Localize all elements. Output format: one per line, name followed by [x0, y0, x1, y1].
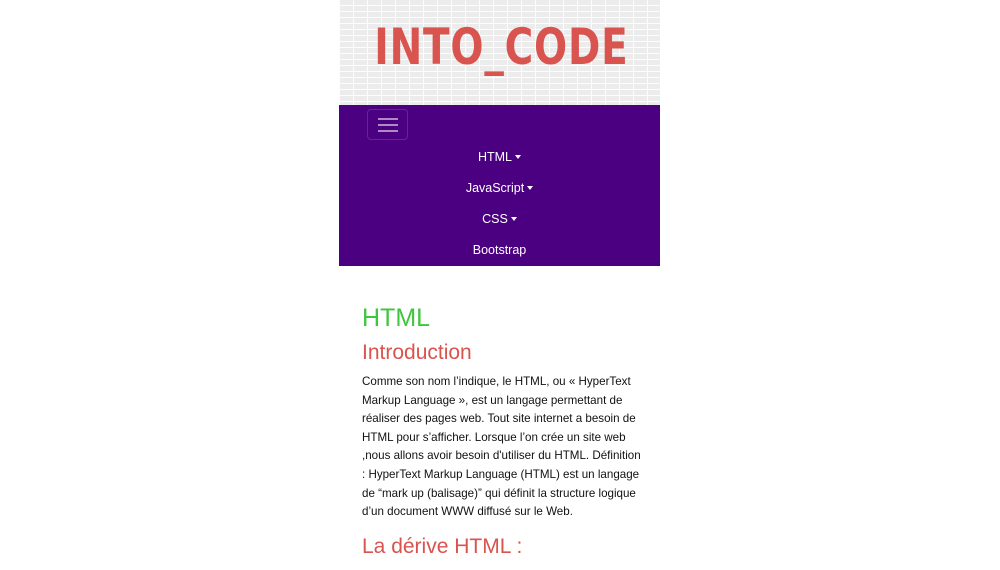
nav-item-label: CSS [482, 212, 508, 226]
nav-item-label: Bootstrap [472, 243, 527, 257]
derive-heading: La dérive HTML : [362, 534, 523, 558]
caret-down-icon [527, 186, 534, 190]
introduction-paragraph: Comme son nom l’indique, le HTML, ou « H… [362, 375, 641, 519]
site-header: INTO_CODE [339, 0, 660, 105]
navbar-toggler-button[interactable] [367, 109, 408, 140]
site-logo[interactable]: INTO_CODE [374, 12, 627, 82]
introduction-heading: Introduction [362, 341, 472, 364]
nav-item-label: HTML [477, 150, 513, 164]
nav-item-label: JavaScript [465, 181, 525, 195]
nav-item-css[interactable]: CSS [339, 204, 660, 235]
nav-item-html[interactable]: HTML [339, 142, 660, 173]
nav-item-javascript[interactable]: JavaScript [339, 173, 660, 204]
navbar: HTML JavaScript CSS Bootstrap [339, 105, 660, 266]
nav-item-bootstrap[interactable]: Bootstrap [339, 235, 660, 266]
caret-down-icon [510, 217, 517, 221]
page-title: HTML [362, 304, 431, 332]
page: INTO_CODE HTML JavaScript CSS Bootstrap … [339, 0, 660, 570]
nav-menu: HTML JavaScript CSS Bootstrap [339, 142, 660, 266]
caret-down-icon [515, 155, 522, 159]
main-content: HTML Introduction Comme son nom l’indiqu… [362, 300, 642, 562]
